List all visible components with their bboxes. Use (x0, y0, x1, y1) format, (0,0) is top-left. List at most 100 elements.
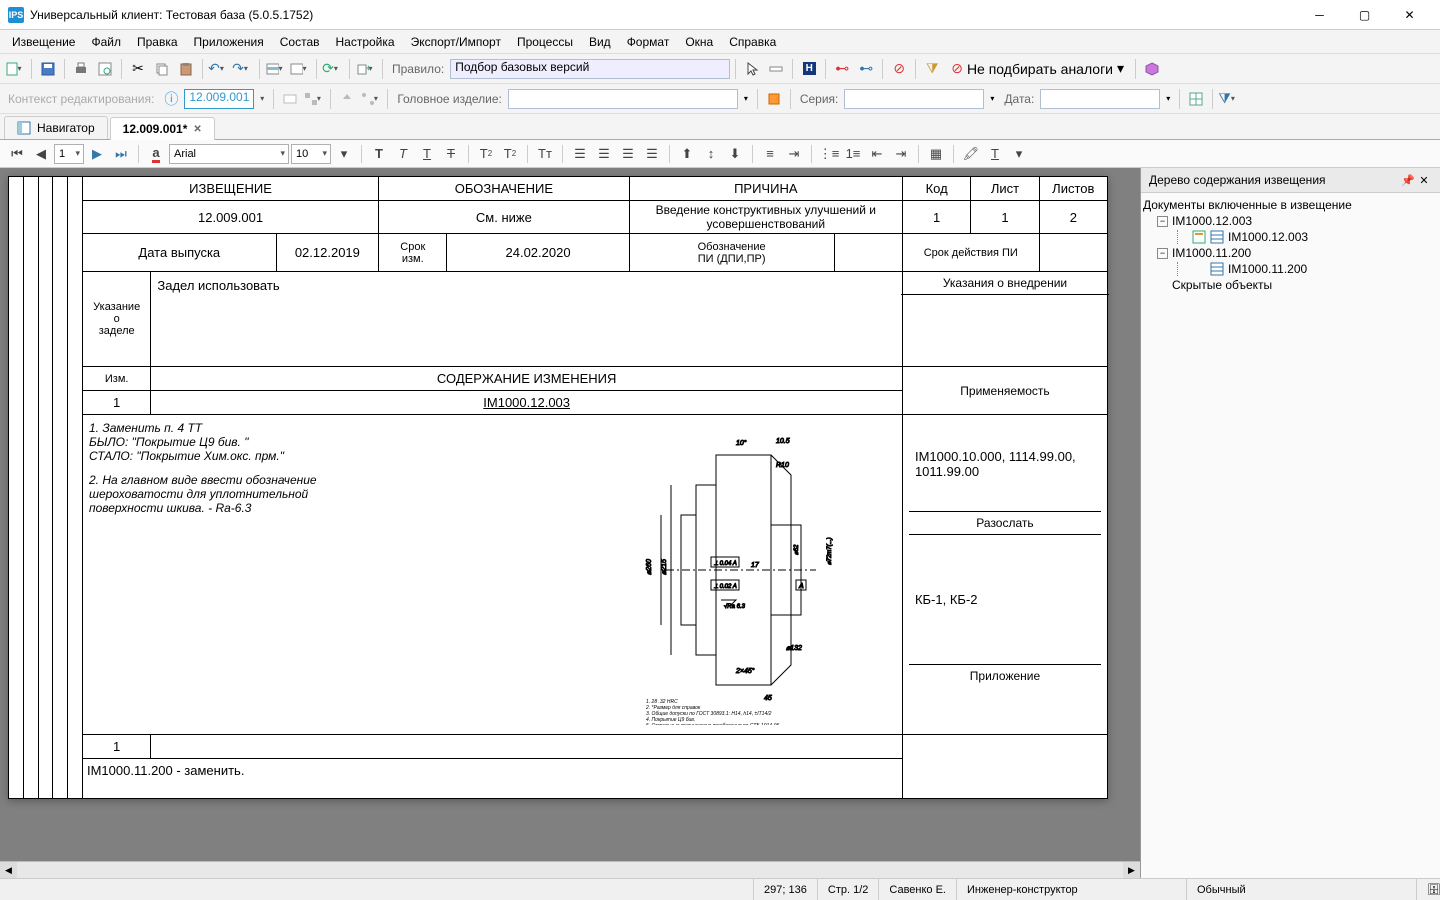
align-right-button[interactable]: ☰ (617, 143, 639, 165)
status-db-icon[interactable]: 🗄 (1416, 879, 1440, 900)
panel-pin-button[interactable]: 📌 (1400, 172, 1416, 188)
cell-attachment-body[interactable] (902, 735, 1107, 799)
rule-select[interactable]: Подбор базовых версий (450, 59, 730, 79)
cell-body2-text[interactable]: IM1000.11.200 - заменить. (82, 759, 902, 799)
main-product-input[interactable] (508, 89, 738, 109)
menu-settings[interactable]: Настройка (328, 32, 403, 52)
cell-release-date[interactable]: 02.12.2019 (276, 234, 378, 272)
italic-button[interactable]: T (392, 143, 414, 165)
menu-processes[interactable]: Процессы (509, 32, 581, 52)
date-dd[interactable]: ▾ (1162, 88, 1174, 110)
bold-button[interactable]: T (368, 143, 390, 165)
superscript-button[interactable]: T2 (499, 143, 521, 165)
first-page-button[interactable]: ⏮ (6, 143, 28, 165)
cell-reason[interactable]: Введение конструктивных улучшений и усов… (629, 201, 902, 234)
underline-button[interactable]: T (416, 143, 438, 165)
pointer-button[interactable] (741, 58, 763, 80)
cell-code[interactable]: 1 (902, 201, 970, 234)
tree-collapse-icon[interactable]: − (1157, 216, 1168, 227)
cell-doc-ref[interactable]: IM1000.12.003 (151, 391, 903, 415)
cell-change-no[interactable]: 1 (82, 391, 150, 415)
font-name-select[interactable]: Arial (169, 144, 289, 164)
cell-applicability-text[interactable]: IM1000.10.000, 1114.99.00, 1011.99.00 (909, 417, 1101, 512)
menu-export[interactable]: Экспорт/Импорт (403, 32, 509, 52)
text-case-button[interactable]: Tт (534, 143, 556, 165)
new-doc-button[interactable]: ▾ (4, 58, 26, 80)
insert-row-button[interactable]: ▾ (265, 58, 287, 80)
apply-context-button[interactable] (279, 88, 301, 110)
refresh-button[interactable]: ⟳▾ (322, 58, 344, 80)
main-product-dd[interactable]: ▾ (740, 88, 752, 110)
borders-button[interactable]: ▦ (925, 143, 947, 165)
link-broken-button[interactable]: ⊘ (888, 58, 910, 80)
document-scroll[interactable]: ИЗВЕЩЕНИЕ ОБОЗНАЧЕНИЕ ПРИЧИНА Код Лист Л… (0, 168, 1140, 878)
line-spacing-button[interactable]: ≡ (759, 143, 781, 165)
minimize-button[interactable]: ─ (1297, 0, 1342, 30)
tree-node-1-child[interactable]: IM1000.12.003 (1143, 229, 1438, 245)
cell-change-description[interactable]: 1. Заменить п. 4 ТТ БЫЛО: "Покрытие Ц9 б… (82, 415, 902, 735)
scroll-left-button[interactable]: ◀ (0, 862, 17, 879)
tab-close-button[interactable]: ✕ (193, 124, 201, 135)
hierarchy-dd-button[interactable]: ▾ (360, 88, 382, 110)
maximize-button[interactable]: ▢ (1342, 0, 1387, 30)
panel-close-button[interactable]: ✕ (1416, 172, 1432, 188)
valign-bottom-button[interactable]: ⬇ (724, 143, 746, 165)
paste-button[interactable] (175, 58, 197, 80)
menu-file[interactable]: Файл (83, 32, 129, 52)
next-page-button[interactable]: ▶ (86, 143, 108, 165)
menu-notice[interactable]: Извещение (4, 32, 83, 52)
cell-sheet[interactable]: 1 (971, 201, 1039, 234)
scroll-right-button[interactable]: ▶ (1123, 862, 1140, 879)
date-input[interactable] (1040, 89, 1160, 109)
tree-node-1[interactable]: − IM1000.12.003 (1143, 213, 1438, 229)
tab-navigator[interactable]: Навигатор (4, 116, 108, 139)
page-number-input[interactable]: 1 (54, 144, 84, 164)
tree-node-2[interactable]: − IM1000.11.200 (1143, 245, 1438, 261)
cell-change-period[interactable]: 24.02.2020 (447, 234, 629, 272)
last-page-button[interactable]: ⏭ (110, 143, 132, 165)
up-level-button[interactable] (336, 88, 358, 110)
hierarchy-button[interactable]: ⊷ (855, 58, 877, 80)
valign-middle-button[interactable]: ↕ (700, 143, 722, 165)
redo-button[interactable]: ↷▾ (232, 58, 254, 80)
tree-view[interactable]: Документы включенные в извещение − IM100… (1141, 193, 1440, 297)
outdent-button[interactable]: ⇤ (866, 143, 888, 165)
format-dd[interactable]: ▾ (1008, 143, 1030, 165)
save-button[interactable] (37, 58, 59, 80)
export-button[interactable]: ▾ (355, 58, 377, 80)
subscript-button[interactable]: T2 (475, 143, 497, 165)
cell-notice-number[interactable]: 12.009.001 (82, 201, 378, 234)
tree-node-2-child[interactable]: IM1000.11.200 (1143, 261, 1438, 277)
clear-format-button[interactable]: T (984, 143, 1006, 165)
indent2-button[interactable]: ⇥ (890, 143, 912, 165)
close-button[interactable]: ✕ (1387, 0, 1432, 30)
cell-backlog-text[interactable]: Задел использовать (151, 272, 903, 367)
hierarchy-red-button[interactable]: ⊷ (831, 58, 853, 80)
bullet-list-button[interactable]: ⋮≡ (818, 143, 840, 165)
horizontal-scrollbar[interactable]: ◀ ▶ (0, 861, 1140, 878)
select-tool-button[interactable] (765, 58, 787, 80)
series-dd[interactable]: ▾ (986, 88, 998, 110)
context-dd-arrow[interactable]: ▾ (256, 88, 268, 110)
tab-document[interactable]: 12.009.001* ✕ (110, 117, 215, 140)
cube-button[interactable] (1141, 58, 1163, 80)
prev-page-button[interactable]: ◀ (30, 143, 52, 165)
cell-pi-value[interactable] (834, 234, 902, 272)
menu-composition[interactable]: Состав (272, 32, 328, 52)
series-input[interactable] (844, 89, 984, 109)
font-size-select[interactable]: 10 (291, 144, 331, 164)
insert-col-button[interactable]: ▾ (289, 58, 311, 80)
cell-distribution-text[interactable]: КБ-1, КБ-2 (909, 535, 1101, 665)
menu-apps[interactable]: Приложения (186, 32, 272, 52)
highlight-button[interactable]: 🖍 (960, 143, 982, 165)
funnel-button[interactable]: ⧩ (921, 58, 943, 80)
context-tree-button[interactable]: ▾ (303, 88, 325, 110)
style-dd[interactable]: ▾ (333, 143, 355, 165)
valign-top-button[interactable]: ⬆ (676, 143, 698, 165)
align-center-button[interactable]: ☰ (593, 143, 615, 165)
grid-button[interactable] (1185, 88, 1207, 110)
menu-windows[interactable]: Окна (677, 32, 721, 52)
noanalog-button[interactable]: ⊘Не подбирать аналоги▾ (945, 58, 1130, 80)
cell-designation[interactable]: См. ниже (379, 201, 630, 234)
copy-button[interactable] (151, 58, 173, 80)
